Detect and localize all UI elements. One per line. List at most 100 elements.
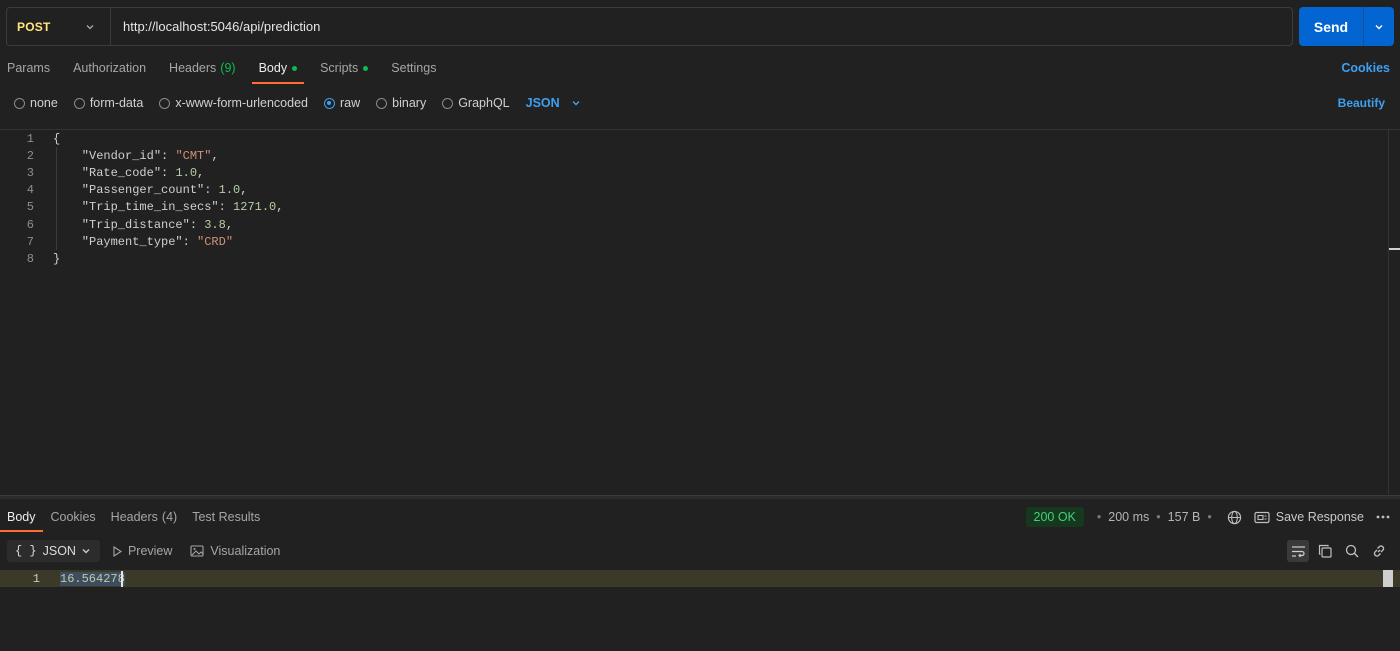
radio-form-data[interactable]: form-data [73,96,144,110]
response-actions [1282,540,1390,562]
radio-urlencoded[interactable]: x-www-form-urlencoded [159,96,308,110]
code-line[interactable]: 4 "Passenger_count": 1.0, [0,182,1388,199]
token-punc: : [161,165,176,180]
response-scrollbar-thumb[interactable] [1383,570,1393,587]
send-options-button[interactable] [1363,7,1394,46]
resp-tab-headers[interactable]: Headers (4) [104,502,185,532]
radio-raw[interactable]: raw [324,96,360,110]
format-label: JSON [42,544,76,558]
token-num: 1.0 [218,183,241,198]
code-text: } [53,252,60,266]
radio-circle [73,97,85,109]
url-input[interactable] [111,8,1292,45]
token-str: "CRD" [197,234,234,249]
more-options-icon[interactable] [1376,515,1390,519]
token-key: "Passenger_count" [53,183,205,198]
token-punc: , [197,165,205,180]
globe-icon[interactable] [1227,510,1242,525]
resp-tab-body[interactable]: Body [0,502,43,532]
send-button-group: Send [1299,7,1394,46]
tab-settings[interactable]: Settings [384,52,443,84]
code-line[interactable]: 8} [0,250,1388,267]
resp-tab-cookies[interactable]: Cookies [44,502,103,532]
pane-resizer[interactable] [0,495,1400,499]
token-punc: : [161,148,176,163]
line-number: 1 [26,131,34,146]
cookies-link[interactable]: Cookies [1341,61,1390,75]
language-select[interactable]: JSON [526,96,582,110]
save-response-icon [1254,511,1270,524]
radio-label: none [30,96,58,110]
tab-label: Authorization [73,61,147,75]
search-icon[interactable] [1341,540,1363,562]
radio-binary[interactable]: binary [376,96,426,110]
radio-graphql[interactable]: GraphQL [442,96,510,110]
token-punc: : [218,200,234,215]
token-key: "Trip_time_in_secs" [53,200,219,215]
preview-label: Preview [127,544,173,558]
tab-label: Scripts [320,61,359,75]
link-icon[interactable] [1368,540,1390,562]
resp-tab-test-results[interactable]: Test Results [185,502,267,532]
active-dot [363,65,369,71]
chevron-down-icon [572,101,580,106]
token-punc: , [240,183,248,198]
request-body-editor[interactable]: 1{2 "Vendor_id": "CMT", 3 "Rate_code": 1.… [0,130,1388,494]
tab-authorization[interactable]: Authorization [66,52,153,84]
active-dot [292,65,298,71]
radio-circle [159,97,171,109]
response-value[interactable]: 16.564278 [60,571,125,586]
wrap-lines-icon[interactable] [1287,540,1309,562]
line-number: 1 [32,571,40,586]
save-response-button[interactable]: Save Response [1254,510,1364,524]
beautify-button[interactable]: Beautify [1338,96,1385,110]
tab-label: Test Results [192,510,261,524]
token-num: 1271.0 [233,200,277,215]
chevron-down-icon [82,549,90,554]
chevron-down-icon [1375,24,1383,29]
code-line[interactable]: 3 "Rate_code": 1.0, [0,164,1388,181]
radio-label: binary [392,96,427,110]
token-key: "Rate_code" [53,165,162,180]
status-badge[interactable]: 200 OK [1025,507,1084,527]
radio-circle [442,97,454,109]
response-size[interactable]: 157 B [1168,510,1201,524]
response-format-select[interactable]: { } JSON [7,540,100,562]
response-line[interactable]: 1 16.564278 [0,570,1400,587]
method-select[interactable]: POST [7,8,111,45]
send-button[interactable]: Send [1299,7,1363,46]
radio-none[interactable]: none [14,96,58,110]
image-icon [190,545,204,557]
preview-button[interactable]: Preview [112,544,172,558]
copy-icon[interactable] [1314,540,1336,562]
editor-scrollbar[interactable] [1388,130,1389,494]
token-num: 3.8 [204,217,226,232]
tab-params[interactable]: Params [0,52,57,84]
tab-label: Settings [391,61,437,75]
token-str: "CMT" [175,148,212,163]
code-text: "Payment_type": "CRD" [53,235,233,249]
response-time[interactable]: 200 ms [1108,510,1149,524]
response-toolbar: { } JSON Preview Visualization [7,540,298,562]
code-line[interactable]: 2 "Vendor_id": "CMT", [0,147,1388,164]
tab-body[interactable]: Body [251,52,305,84]
visualization-button[interactable]: Visualization [190,544,280,558]
line-number: 5 [26,200,34,215]
code-line[interactable]: 7 "Payment_type": "CRD" [0,233,1388,250]
radio-circle [324,97,335,109]
code-line[interactable]: 1{ [0,130,1388,147]
code-text: { [53,132,60,146]
code-line[interactable]: 5 "Trip_time_in_secs": 1271.0, [0,199,1388,216]
token-punc: , [225,217,234,232]
code-line[interactable]: 6 "Trip_distance": 3.8, [0,216,1388,233]
radio-label: form-data [89,96,144,110]
token-punc: { [53,131,61,146]
radio-circle [376,97,388,109]
tab-label: Cookies [50,510,96,524]
line-number: 8 [26,251,34,266]
token-punc: : [189,217,205,232]
tab-label: Params [7,61,51,75]
tab-headers[interactable]: Headers (9) [162,52,243,84]
tab-scripts[interactable]: Scripts [313,52,375,84]
token-num: 1.0 [175,165,198,180]
